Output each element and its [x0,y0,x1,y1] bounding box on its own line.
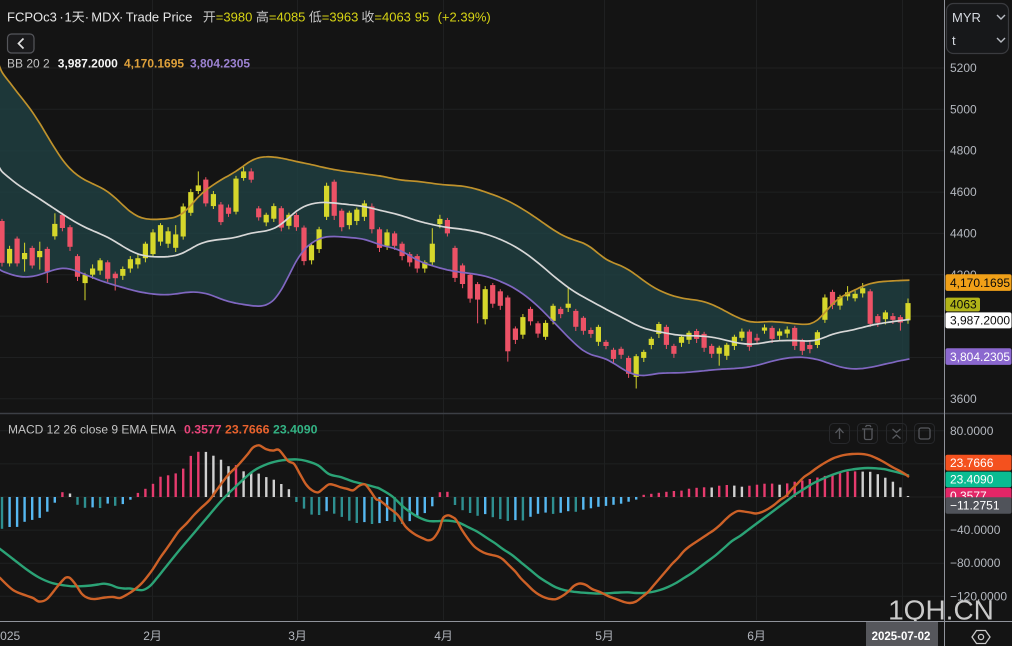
svg-text:4600: 4600 [950,185,977,199]
svg-text:3: 3 [288,629,295,643]
svg-text:=4085: =4085 [269,10,306,25]
svg-text:3,804.2305: 3,804.2305 [950,350,1010,364]
svg-text:·: · [85,10,89,25]
svg-text:=4063: =4063 [374,10,411,25]
svg-text:23.4090: 23.4090 [273,423,318,437]
svg-text:=3963: =3963 [322,10,359,25]
svg-text:4400: 4400 [950,226,977,240]
svg-text:MACD 12 26 close 9 EMA EMA: MACD 12 26 close 9 EMA EMA [8,423,176,437]
svg-text:−120.0000: −120.0000 [950,589,1007,603]
svg-text:·: · [59,10,63,25]
svg-text:4800: 4800 [950,144,977,158]
svg-text:4,170.1695: 4,170.1695 [950,276,1010,290]
svg-text:3,987.2000: 3,987.2000 [58,57,118,71]
svg-text:3,804.2305: 3,804.2305 [190,57,250,71]
svg-text:0.3577: 0.3577 [184,423,222,437]
svg-text:2025: 2025 [0,629,21,643]
svg-text:MDX: MDX [91,10,120,25]
svg-text:23.4090: 23.4090 [950,473,994,487]
svg-text:5: 5 [595,629,602,643]
svg-text:FCPOc3: FCPOc3 [7,10,57,25]
svg-text:−80.0000: −80.0000 [950,556,1001,570]
svg-text:·: · [119,10,123,25]
svg-text:4,170.1695: 4,170.1695 [124,57,184,71]
svg-text:4: 4 [434,629,441,643]
svg-text:80.0000: 80.0000 [950,424,994,438]
svg-text:2: 2 [143,629,150,643]
svg-text:3,987.2000: 3,987.2000 [950,314,1010,328]
svg-text:(+2.39%): (+2.39%) [438,10,491,25]
svg-text:95: 95 [415,10,429,25]
svg-text:23.7666: 23.7666 [950,456,994,470]
svg-text:−40.0000: −40.0000 [950,523,1001,537]
svg-text:4063: 4063 [950,298,977,312]
svg-text:BB 20 2: BB 20 2 [7,57,50,71]
svg-text:1: 1 [65,10,72,25]
svg-text:−11.2751: −11.2751 [950,499,1000,513]
svg-text:=3980: =3980 [216,10,253,25]
svg-text:6: 6 [747,629,754,643]
svg-text:23.7666: 23.7666 [225,423,270,437]
svg-text:t: t [952,33,956,48]
svg-text:5200: 5200 [950,61,977,75]
svg-text:5000: 5000 [950,102,977,116]
svg-text:MYR: MYR [952,10,981,25]
svg-text:2025-07-02: 2025-07-02 [872,631,931,643]
svg-text:Trade Price: Trade Price [126,10,193,25]
svg-text:3600: 3600 [950,392,977,406]
